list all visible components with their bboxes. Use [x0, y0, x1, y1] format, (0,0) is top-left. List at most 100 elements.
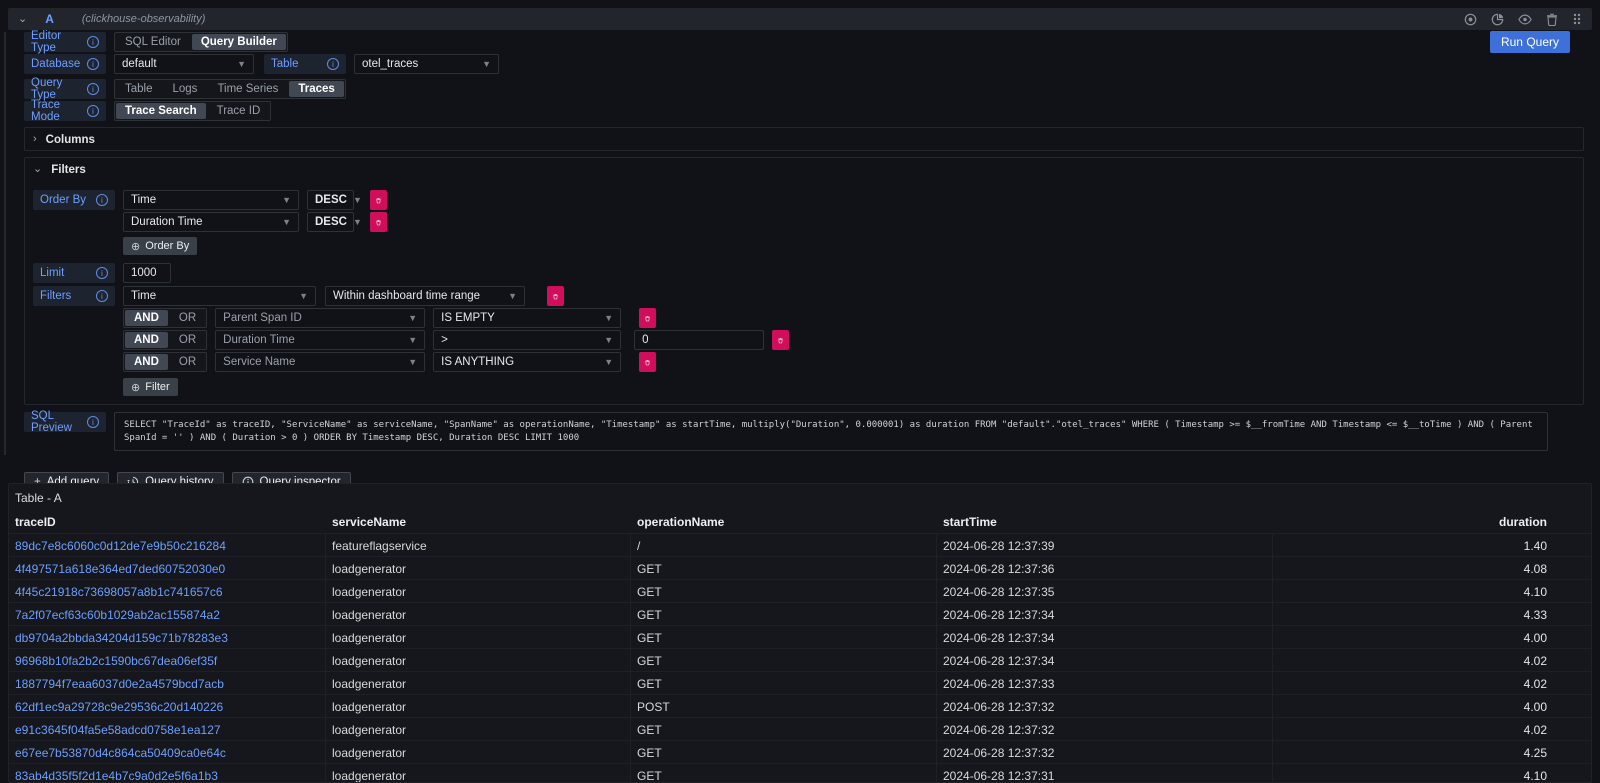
info-icon[interactable]: i	[96, 290, 108, 302]
column-header-servicename[interactable]: serviceName	[326, 510, 631, 533]
chevron-down-icon: ▼	[408, 357, 417, 367]
panel-title[interactable]: Table - A	[9, 484, 1591, 510]
editor-type-query-builder[interactable]: Query Builder	[192, 34, 286, 50]
trace-link[interactable]: 83ab4d35f5f2d1e4b7c9a0d2e5f6a1b3	[15, 769, 218, 783]
add-order-by-button[interactable]: ⊕Order By	[123, 237, 197, 255]
collapse-chevron-icon[interactable]: ⌄	[18, 14, 27, 25]
cell-duration: 4.08	[1273, 556, 1591, 579]
column-header-duration[interactable]: duration	[1273, 510, 1591, 533]
filter-operator-select[interactable]: >▼	[433, 330, 621, 350]
database-label: Databasei	[24, 54, 106, 74]
record-circle-icon[interactable]	[1464, 13, 1477, 26]
column-header-starttime[interactable]: startTime	[937, 510, 1273, 533]
order-by-direction-select[interactable]: DESC▼	[307, 212, 354, 232]
bool-and-option[interactable]: AND	[125, 332, 168, 348]
info-icon[interactable]: i	[87, 416, 99, 428]
columns-section-header[interactable]: › Columns	[33, 133, 1575, 146]
trace-link[interactable]: 1887794f7eaa6037d0e2a4579bcd7acb	[15, 677, 224, 691]
trace-link[interactable]: 4f45c21918c73698057a8b1c741657c6	[15, 585, 223, 599]
trace-link[interactable]: 89dc7e8c6060c0d12de7e9b50c216284	[15, 539, 226, 553]
cell-starttime: 2024-06-28 12:37:34	[937, 648, 1273, 671]
cell-starttime: 2024-06-28 12:37:39	[937, 533, 1273, 556]
info-icon[interactable]: i	[87, 36, 99, 48]
info-icon[interactable]: i	[87, 58, 99, 70]
remove-filter-button[interactable]	[639, 308, 656, 328]
cell-servicename: loadgenerator	[326, 648, 631, 671]
query-type-traces[interactable]: Traces	[289, 81, 343, 97]
bool-or-option[interactable]: OR	[169, 309, 206, 327]
bool-or-option[interactable]: OR	[169, 353, 206, 371]
filters-section-header[interactable]: ⌄ Filters	[33, 163, 1575, 176]
filter-field-select[interactable]: Service Name▼	[215, 352, 425, 372]
trace-link[interactable]: 4f497571a618e364ed7ded60752030e0	[15, 562, 225, 576]
filter-field-select[interactable]: Duration Time▼	[215, 330, 425, 350]
cell-servicename: loadgenerator	[326, 694, 631, 717]
remove-order-by-button[interactable]	[370, 212, 387, 232]
query-type-logs[interactable]: Logs	[163, 80, 208, 98]
filter-operator-select[interactable]: IS ANYTHING▼	[433, 352, 621, 372]
filter-field-select[interactable]: Parent Span ID▼	[215, 308, 425, 328]
cell-duration: 4.02	[1273, 671, 1591, 694]
chevron-down-icon: ▼	[408, 313, 417, 323]
filter-field-select[interactable]: Time▼	[123, 286, 316, 306]
table-select[interactable]: otel_traces▼	[354, 54, 499, 74]
cell-starttime: 2024-06-28 12:37:35	[937, 579, 1273, 602]
query-row-header[interactable]: ⌄ A (clickhouse-observability)	[8, 8, 1592, 30]
editor-type-sql-editor[interactable]: SQL Editor	[115, 33, 191, 51]
bool-and-option[interactable]: AND	[125, 354, 168, 370]
table-row: 96968b10fa2b2c1590bc67dea06ef35f loadgene…	[9, 648, 1591, 671]
trash-icon[interactable]	[1546, 13, 1558, 26]
limit-input[interactable]	[123, 263, 171, 283]
remove-filter-button[interactable]	[772, 330, 789, 350]
column-header-traceid[interactable]: traceID	[9, 510, 326, 533]
table-row: 83ab4d35f5f2d1e4b7c9a0d2e5f6a1b3loadgene…	[9, 763, 1591, 783]
eye-icon[interactable]	[1518, 13, 1532, 26]
column-header-operationname[interactable]: operationName	[631, 510, 937, 533]
remove-filter-button[interactable]	[547, 286, 564, 306]
trace-link[interactable]: e91c3645f04fa5e58adcd0758e1ea127	[15, 723, 221, 737]
order-by-field-select[interactable]: Time▼	[123, 190, 299, 210]
table-header-row: traceID serviceName operationName startT…	[9, 510, 1591, 533]
drag-handle-icon[interactable]	[1572, 12, 1582, 26]
cell-operationname: GET	[631, 648, 937, 671]
info-icon[interactable]: i	[327, 58, 339, 70]
cell-servicename: loadgenerator	[326, 602, 631, 625]
cell-servicename: loadgenerator	[326, 671, 631, 694]
trace-link[interactable]: 7a2f07ecf63c60b1029ab2ac155874a2	[15, 608, 220, 622]
filter-operator-select[interactable]: Within dashboard time range▼	[325, 286, 525, 306]
info-icon[interactable]: i	[87, 83, 99, 95]
trace-link[interactable]: 96968b10fa2b2c1590bc67dea06ef35f	[15, 654, 217, 668]
cell-operationname: POST	[631, 694, 937, 717]
filter-operator-select[interactable]: IS EMPTY▼	[433, 308, 621, 328]
trace-link[interactable]: 62df1ec9a29728c9e29536c20d140226	[15, 700, 223, 714]
bool-and-option[interactable]: AND	[125, 310, 168, 326]
run-query-button[interactable]: Run Query	[1490, 31, 1570, 53]
info-icon[interactable]: i	[96, 267, 108, 279]
trace-mode-trace-id[interactable]: Trace ID	[207, 102, 271, 120]
trace-link[interactable]: db9704a2bbda34204d159c71b78283e3	[15, 631, 228, 645]
remove-order-by-button[interactable]	[370, 190, 387, 210]
query-type-table[interactable]: Table	[115, 80, 163, 98]
trace-mode-trace-search[interactable]: Trace Search	[116, 103, 206, 119]
chevron-down-icon: ▼	[482, 59, 491, 69]
cell-traceid: e67ee7b53870d4c864ca50409ca0e64c	[9, 740, 326, 763]
trace-link[interactable]: e67ee7b53870d4c864ca50409ca0e64c	[15, 746, 226, 760]
cell-starttime: 2024-06-28 12:37:31	[937, 763, 1273, 783]
bool-or-option[interactable]: OR	[169, 331, 206, 349]
sql-preview-label: SQL Previewi	[24, 412, 106, 432]
query-type-time-series[interactable]: Time Series	[207, 80, 288, 98]
limit-label: Limiti	[33, 263, 115, 283]
info-icon[interactable]: i	[96, 194, 108, 206]
pie-chart-icon[interactable]	[1491, 13, 1504, 26]
add-filter-button[interactable]: ⊕Filter	[123, 378, 178, 396]
cell-traceid: db9704a2bbda34204d159c71b78283e3	[9, 625, 326, 648]
filter-value-input[interactable]	[634, 330, 764, 350]
chevron-down-icon: ▼	[282, 217, 291, 227]
order-by-field-select[interactable]: Duration Time▼	[123, 212, 299, 232]
info-icon[interactable]: i	[87, 105, 99, 117]
database-select[interactable]: default▼	[114, 54, 254, 74]
remove-filter-button[interactable]	[639, 352, 656, 372]
order-by-direction-select[interactable]: DESC▼	[307, 190, 354, 210]
editor-type-group: SQL Editor Query Builder	[114, 32, 288, 52]
query-type-group: Table Logs Time Series Traces	[114, 79, 346, 99]
